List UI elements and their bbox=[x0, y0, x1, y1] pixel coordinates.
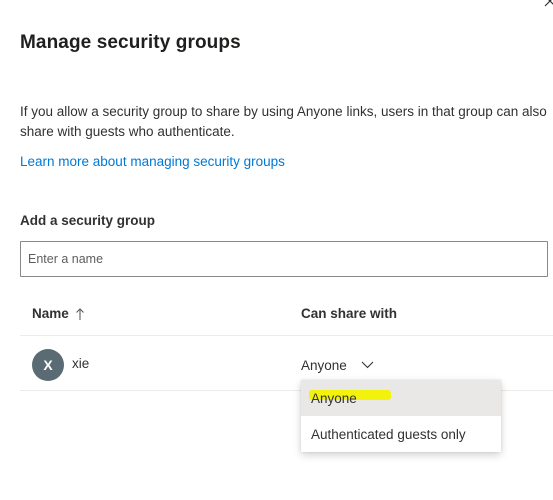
option-authenticated-guests-only[interactable]: Authenticated guests only bbox=[301, 416, 501, 452]
column-header-name-label: Name bbox=[32, 306, 69, 321]
dropdown-menu: Anyone Authenticated guests only bbox=[301, 380, 501, 452]
column-header-can-share-with: Can share with bbox=[301, 306, 398, 321]
panel-description: If you allow a security group to share b… bbox=[20, 104, 547, 139]
chevron-down-icon bbox=[361, 361, 374, 369]
panel-title: Manage security groups bbox=[20, 32, 241, 53]
can-share-with-dropdown[interactable]: Anyone bbox=[301, 355, 374, 375]
add-security-group-label: Add a security group bbox=[20, 213, 156, 228]
dropdown-selected-value: Anyone bbox=[301, 357, 347, 373]
group-name: xie bbox=[72, 356, 90, 371]
learn-more-link[interactable]: Learn more about managing security group… bbox=[20, 154, 285, 169]
option-label: Anyone bbox=[311, 390, 357, 406]
option-label: Authenticated guests only bbox=[311, 426, 466, 442]
close-icon[interactable] bbox=[543, 0, 553, 8]
arrow-up-icon bbox=[75, 307, 84, 320]
option-anyone[interactable]: Anyone bbox=[301, 380, 501, 416]
column-header-name[interactable]: Name bbox=[32, 306, 85, 321]
avatar: X bbox=[32, 349, 64, 381]
table-header: Name Can share with bbox=[20, 292, 553, 336]
security-group-name-input[interactable] bbox=[20, 241, 548, 277]
